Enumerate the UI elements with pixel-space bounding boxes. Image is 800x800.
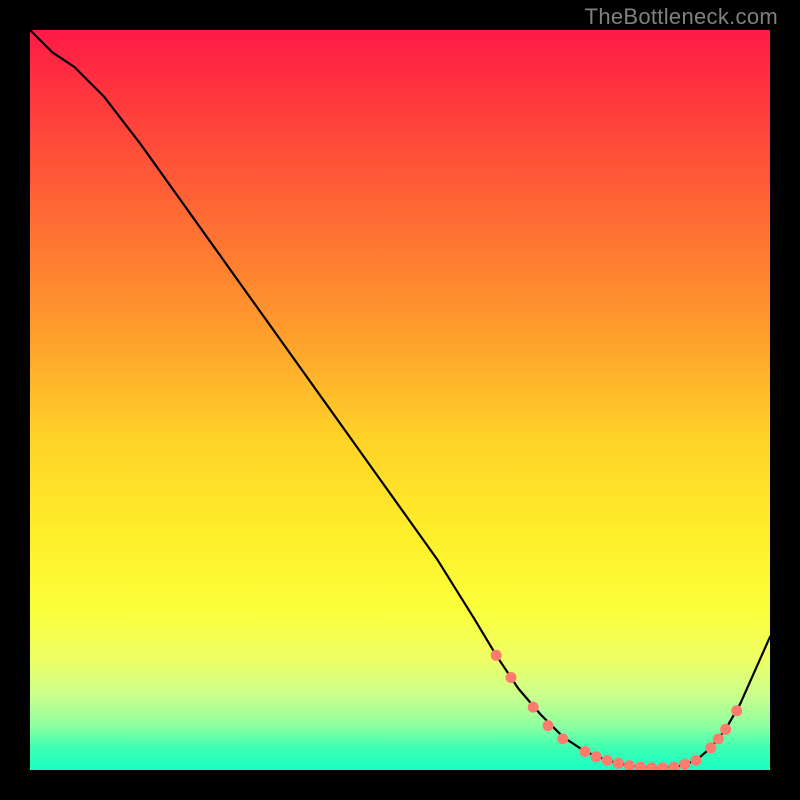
plot-area bbox=[30, 30, 770, 770]
watermark-text: TheBottleneck.com bbox=[585, 4, 778, 30]
chart-svg bbox=[30, 30, 770, 770]
curve-line bbox=[30, 30, 770, 768]
chart-frame: TheBottleneck.com bbox=[0, 0, 800, 800]
